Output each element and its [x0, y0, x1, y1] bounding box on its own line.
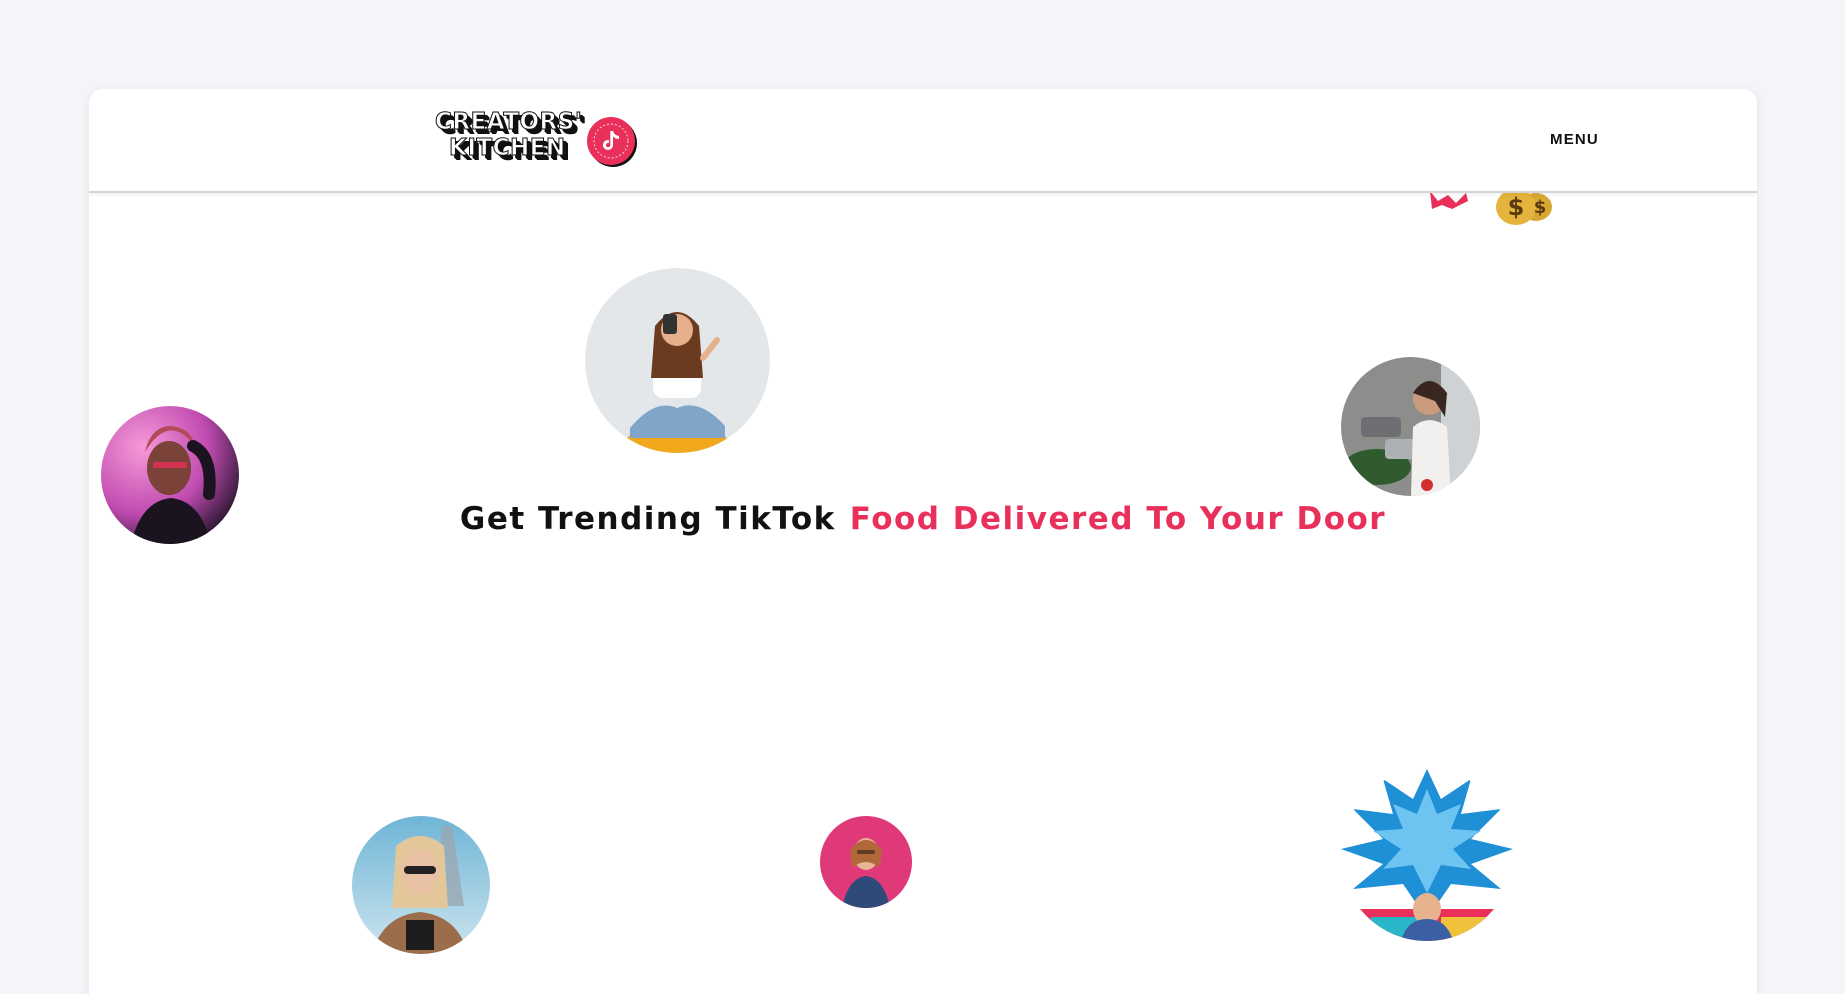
- person-blue-mural-icon: [1341, 769, 1513, 941]
- creator-avatar-5: [820, 816, 912, 908]
- site-header: CREATORS' KITCHEN MENU: [89, 89, 1757, 193]
- creators-kitchen-logo[interactable]: CREATORS' KITCHEN: [425, 109, 645, 175]
- person-sitting-selfie-icon: [585, 268, 770, 453]
- person-cooking-icon: [1341, 357, 1480, 496]
- creator-avatar-6: [1341, 769, 1513, 941]
- creator-avatar-4: [352, 816, 490, 954]
- menu-button[interactable]: MENU: [1550, 131, 1599, 148]
- headline-primary: Get Trending TikTok: [459, 501, 836, 537]
- creator-avatar-1: [585, 268, 770, 453]
- tiktok-note-icon: [587, 117, 635, 165]
- headline-accent: Food Delivered To Your Door: [849, 501, 1387, 537]
- person-pink-wall-icon: [820, 816, 912, 908]
- svg-text:$: $: [1534, 197, 1547, 218]
- money-bag-icon: $ $: [1430, 189, 1552, 225]
- browser-page: CREATORS' KITCHEN MENU $ $ Get Trending …: [89, 89, 1757, 994]
- person-sunglasses-icon: [352, 816, 490, 954]
- hero-headline: Get Trending TikTok Food Delivered To You…: [89, 501, 1757, 537]
- logo-line-2: KITCHEN: [449, 135, 566, 162]
- logo-line-1: CREATORS': [434, 109, 583, 136]
- creator-avatar-3: [1341, 357, 1480, 496]
- svg-text:$: $: [1508, 193, 1525, 221]
